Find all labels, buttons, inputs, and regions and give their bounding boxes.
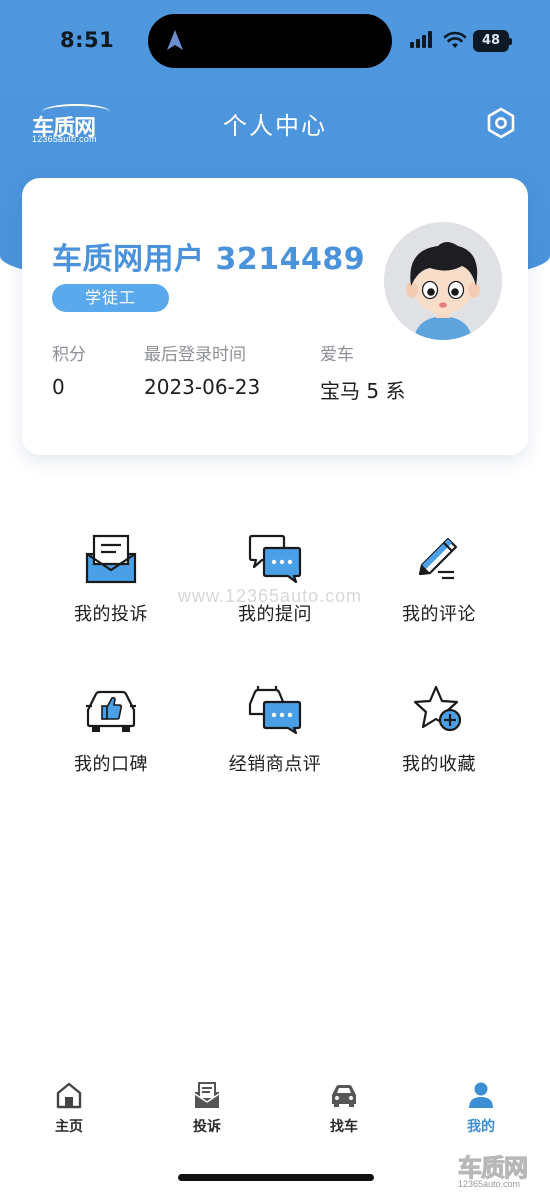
avatar[interactable]	[384, 222, 502, 340]
points-label: 积分	[52, 345, 86, 365]
menu-item-my-reputation[interactable]: 我的口碑	[36, 684, 186, 794]
points-stat: 积分 0	[52, 340, 86, 399]
watermark: www.12365auto.com	[178, 586, 363, 606]
car-icon	[332, 1085, 356, 1107]
menu-item-my-comments[interactable]: 我的评论	[364, 534, 514, 644]
home-indicator	[178, 1174, 374, 1181]
settings-hexagon-icon	[487, 107, 515, 139]
tab-complaints[interactable]: 投诉	[167, 1080, 247, 1136]
tab-find-car[interactable]: 找车	[304, 1080, 384, 1136]
pen-icon	[418, 537, 458, 580]
status-bar: 8:51 48	[0, 0, 550, 84]
star-plus-icon	[413, 685, 462, 732]
menu-item-dealer-reviews[interactable]: 经销商点评	[200, 684, 350, 794]
username: 车质网用户 3214489	[52, 242, 366, 277]
last-login-label: 最后登录时间	[144, 345, 246, 365]
favorite-car-label: 爱车	[320, 345, 354, 365]
tab-mine[interactable]: 我的	[441, 1080, 521, 1136]
complaint-icon	[194, 1082, 220, 1108]
car-thumbs-up-icon	[86, 690, 136, 732]
chat-bubbles-icon	[248, 534, 302, 584]
dynamic-island	[148, 14, 392, 68]
menu-label: 经销商点评	[228, 754, 322, 775]
cellular-signal-icon	[410, 31, 432, 48]
tab-label: 投诉	[193, 1119, 221, 1135]
level-badge[interactable]: 学徒工	[52, 284, 169, 312]
home-icon	[56, 1082, 82, 1109]
status-time: 8:51	[60, 28, 115, 52]
tab-label: 找车	[330, 1119, 358, 1135]
favorite-car-value: 宝马 5 系	[320, 379, 406, 403]
tab-label: 主页	[55, 1119, 83, 1135]
tab-label: 我的	[467, 1119, 495, 1135]
menu-item-my-favorites[interactable]: 我的收藏	[364, 684, 514, 794]
menu-item-my-complaints[interactable]: 我的投诉	[36, 534, 186, 644]
menu-label: 我的投诉	[74, 604, 148, 625]
bottom-tab-bar: 主页 投诉 找车 我的	[0, 1080, 550, 1150]
points-value: 0	[52, 375, 65, 399]
page-title: 个人中心	[223, 112, 327, 140]
tab-home[interactable]: 主页	[29, 1080, 109, 1136]
menu-label: 我的收藏	[402, 754, 476, 775]
menu-label: 我的评论	[402, 604, 476, 625]
corner-watermark-domain: 12365auto.com	[458, 1179, 521, 1189]
dealer-chat-icon	[248, 686, 302, 734]
battery-level: 48	[481, 33, 501, 48]
corner-watermark: 车质网 12365auto.com	[458, 1148, 550, 1192]
corner-watermark-text: 车质网	[458, 1154, 529, 1183]
navigation-arrow-icon	[167, 30, 183, 50]
cartoon-boy-avatar-icon	[384, 222, 502, 340]
favorite-car-stat[interactable]: 爱车 宝马 5 系	[320, 340, 405, 404]
profile-card: 车质网用户 3214489 学徒工 积分 0 最后登录时间 2023-06-23…	[22, 178, 528, 455]
last-login-stat: 最后登录时间 2023-06-23	[144, 340, 260, 399]
battery-indicator: 48	[473, 30, 512, 52]
wifi-icon	[443, 31, 467, 48]
last-login-value: 2023-06-23	[144, 375, 261, 399]
menu-label: 我的口碑	[74, 754, 148, 775]
envelope-icon	[85, 534, 137, 584]
settings-button[interactable]	[484, 106, 518, 140]
person-icon	[469, 1082, 493, 1108]
